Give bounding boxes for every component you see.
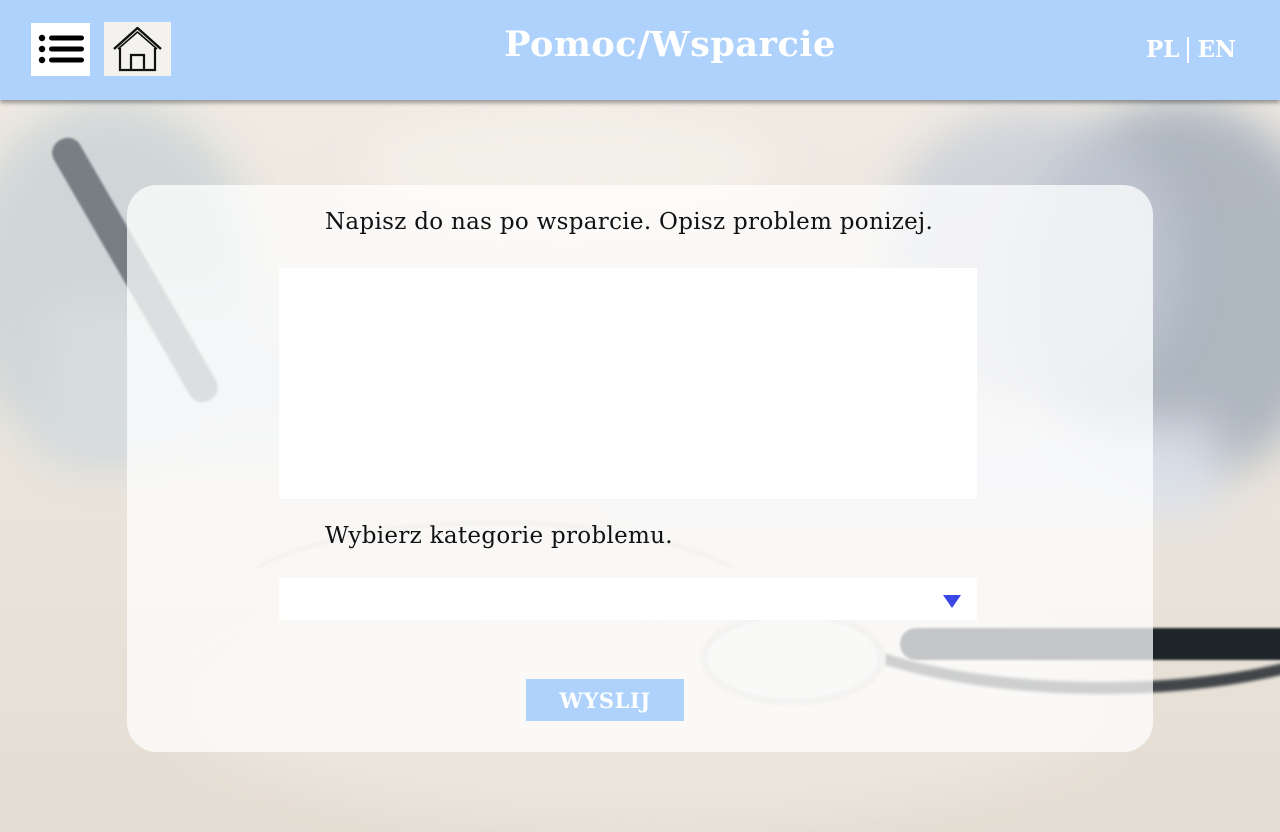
language-pl[interactable]: PL [1146,36,1179,63]
menu-list-icon [38,34,84,64]
problem-category-select[interactable] [279,578,977,620]
menu-button[interactable] [31,23,90,76]
send-button[interactable]: WYSLIJ [526,679,684,721]
page-title: Pomoc/Wsparcie [504,24,836,65]
home-icon [113,26,162,72]
support-form-card: Napisz do nas po wsparcie. Opisz problem… [127,185,1153,752]
category-label: Wybierz kategorie problemu. [325,523,673,549]
top-bar: Pomoc/Wsparcie PL EN [0,0,1280,100]
language-switcher: PL EN [1146,36,1236,63]
problem-description-textarea[interactable] [279,268,977,499]
home-button[interactable] [104,22,171,76]
description-label: Napisz do nas po wsparcie. Opisz problem… [325,209,934,235]
language-en[interactable]: EN [1197,36,1236,63]
language-divider [1187,36,1190,63]
triangle-down-icon[interactable] [943,595,961,608]
